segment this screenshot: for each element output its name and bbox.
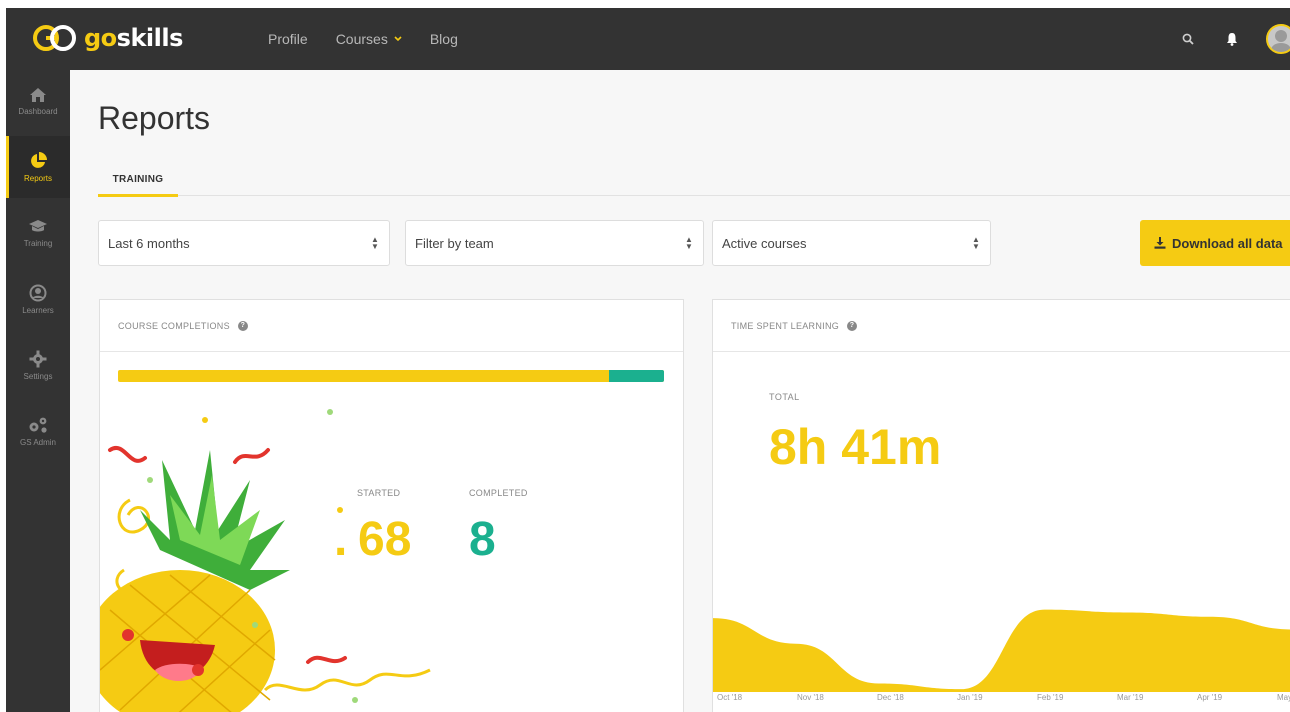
nav-courses[interactable]: Courses: [336, 31, 402, 47]
help-icon[interactable]: ?: [847, 320, 858, 331]
home-icon: [30, 87, 46, 102]
sidebar-item-label: Dashboard: [18, 106, 58, 116]
bell-icon[interactable]: [1222, 29, 1242, 49]
total-label: TOTAL: [769, 392, 800, 402]
time-spent-area-chart: Oct '18 Nov '18 Dec '18 Jan '19 Feb '19 Mar '…: [713, 609, 1290, 702]
completion-progress-fill: [609, 370, 664, 382]
chevron-down-icon: [394, 34, 402, 45]
graduation-cap-icon: [29, 219, 47, 231]
top-bar: goskills Profile Courses Blog: [6, 8, 1290, 70]
started-dot-icon: .: [334, 513, 348, 566]
x-tick-label: Apr '19: [1197, 693, 1223, 702]
time-spent-title: TIME SPENT LEARNING: [731, 320, 840, 331]
nav-profile[interactable]: Profile: [268, 31, 308, 47]
completed-label: COMPLETED: [469, 488, 528, 498]
sidebar-item-training[interactable]: Training: [6, 202, 70, 264]
total-value: 8h 41m: [769, 419, 942, 475]
sidebar-item-dashboard[interactable]: Dashboard: [6, 70, 70, 132]
course-completions-title: COURSE COMPLETIONS: [118, 320, 230, 331]
tab-bar: TRAINING: [98, 162, 1290, 197]
x-tick-label: Nov '18: [797, 693, 824, 702]
select-arrows-icon: ▲ ▼: [371, 235, 379, 251]
download-all-data-button[interactable]: Download all data: [1140, 220, 1290, 266]
top-nav: Profile Courses Blog: [268, 8, 486, 70]
page-title: Reports: [98, 100, 211, 136]
x-tick-label: Feb '19: [1037, 693, 1064, 702]
started-value: 68: [358, 513, 412, 566]
started-label: STARTED: [357, 488, 401, 498]
sidebar-item-settings[interactable]: Settings: [6, 334, 70, 396]
period-select-value: Last 6 months: [108, 235, 190, 251]
nav-profile-label: Profile: [268, 31, 308, 47]
logo-prefix: go: [84, 24, 117, 52]
sidebar: Dashboard Reports Training Learners Sett…: [6, 70, 70, 712]
main-content: Reports TRAINING Last 6 months ▲ ▼ Filter…: [70, 70, 1290, 712]
sidebar-item-label: Training: [23, 238, 53, 248]
x-tick-label: Dec '18: [877, 693, 904, 702]
time-spent-learning-card: TIME SPENT LEARNING ? TOTAL 8h 41m Oct '…: [712, 299, 1290, 712]
tab-training[interactable]: TRAINING: [98, 162, 178, 197]
x-tick-label: Mar '19: [1117, 693, 1144, 702]
x-tick-label: Jan '19: [957, 693, 983, 702]
avatar[interactable]: [1266, 24, 1290, 54]
pie-chart-icon: [31, 151, 47, 168]
sidebar-item-label: Settings: [23, 371, 53, 381]
gear-icon: [29, 350, 47, 367]
nav-blog[interactable]: Blog: [430, 31, 458, 47]
team-filter-select[interactable]: Filter by team ▲ ▼: [405, 220, 704, 266]
x-tick-label: Oct '18: [717, 693, 743, 702]
logo-name: skills: [116, 24, 184, 52]
time-spent-header: TIME SPENT LEARNING ?: [713, 300, 1290, 352]
sidebar-item-reports[interactable]: Reports: [6, 136, 70, 198]
completion-progress-bar: [118, 370, 664, 382]
download-button-label: Download all data: [1172, 235, 1283, 251]
sidebar-item-label: Learners: [22, 305, 54, 315]
sidebar-item-label: Reports: [23, 173, 52, 183]
help-icon[interactable]: ?: [237, 320, 248, 331]
team-filter-placeholder: Filter by team: [415, 235, 494, 251]
courses-select-value: Active courses: [722, 235, 807, 251]
sidebar-item-learners[interactable]: Learners: [6, 268, 70, 330]
app-window: goskills Profile Courses Blog Dashboard …: [6, 8, 1290, 712]
select-arrows-icon: ▲ ▼: [685, 235, 693, 251]
area-series: [713, 609, 1290, 692]
select-arrows-icon: ▲ ▼: [972, 235, 980, 251]
period-select[interactable]: Last 6 months ▲ ▼: [98, 220, 390, 266]
completed-value: 8: [469, 513, 496, 566]
nav-blog-label: Blog: [429, 31, 458, 47]
pineapple-illustration: [100, 409, 431, 712]
x-tick-label: May '19: [1277, 693, 1290, 702]
search-icon[interactable]: [1178, 29, 1198, 49]
courses-select[interactable]: Active courses ▲ ▼: [712, 220, 991, 266]
sidebar-item-label: GS Admin: [19, 437, 56, 447]
goskills-logo[interactable]: goskills: [32, 22, 183, 54]
course-completions-card: COURSE COMPLETIONS ? STARTED . 68 COMPLE…: [99, 299, 684, 712]
user-circle-icon: [29, 284, 47, 301]
nav-courses-label: Courses: [335, 31, 388, 47]
sidebar-item-gs-admin[interactable]: GS Admin: [6, 400, 70, 462]
logo-mark-icon: [33, 25, 76, 51]
gears-icon: [29, 417, 47, 433]
download-icon: [1154, 237, 1166, 249]
top-icons: [1178, 8, 1290, 70]
course-completions-header: COURSE COMPLETIONS ?: [100, 300, 683, 352]
